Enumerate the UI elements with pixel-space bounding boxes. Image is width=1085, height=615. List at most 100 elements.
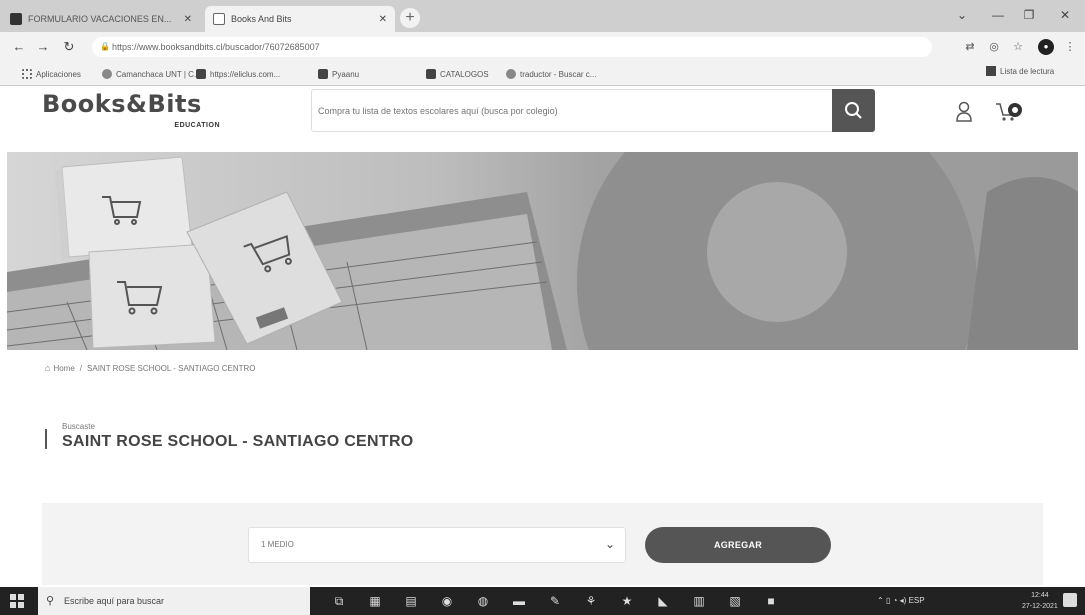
search-engine-icon xyxy=(506,69,516,79)
taskbar-search[interactable]: ⚲ Escribe aquí para buscar xyxy=(38,587,310,615)
windows-taskbar: ⚲ Escribe aquí para buscar ⧉ ▦ ▤ ◉ ◍ ▬ ✎… xyxy=(0,587,1085,615)
star-icon[interactable]: ☆ xyxy=(1010,39,1026,55)
tab-formulario[interactable]: FORMULARIO VACACIONES EN... ✕ xyxy=(2,6,200,32)
shopping-cart-icon[interactable] xyxy=(994,99,1024,123)
new-tab-button[interactable]: + xyxy=(400,8,420,28)
site-icon xyxy=(102,69,112,79)
language-indicator[interactable]: ESP xyxy=(909,596,925,605)
close-window-icon[interactable]: ✕ xyxy=(1048,0,1082,32)
home-icon[interactable]: ⌂ xyxy=(45,363,50,373)
notification-center-icon[interactable] xyxy=(1063,593,1077,607)
bookmark-label: Camanchaca UNT | C... xyxy=(116,69,201,79)
title-accent-bar xyxy=(45,429,47,449)
task-view-icon[interactable]: ⧉ xyxy=(330,592,348,610)
tab-label: Books And Bits xyxy=(231,14,292,24)
bookmark-label: CATALOGOS xyxy=(440,69,489,79)
clock[interactable]: 12:44 27-12-2021 xyxy=(1022,590,1058,612)
bookmark-camanchaca[interactable]: Camanchaca UNT | C... xyxy=(102,66,201,82)
tab-label: FORMULARIO VACACIONES EN... xyxy=(28,14,172,24)
star-icon[interactable]: ★ xyxy=(618,592,636,610)
brand-wordmark: Books&Bits xyxy=(42,90,202,118)
profile-avatar-icon[interactable]: ● xyxy=(1038,39,1054,55)
windows-start-icon[interactable] xyxy=(10,594,24,608)
folder-icon xyxy=(426,69,436,79)
extensions-icon[interactable]: ◎ xyxy=(986,39,1002,55)
search-input[interactable] xyxy=(318,102,818,120)
apps-grid-icon xyxy=(22,69,32,79)
brand-logo[interactable]: Books&Bits EDUCATION xyxy=(42,90,224,138)
volume-icon[interactable]: ◂) xyxy=(900,596,907,605)
breadcrumb: ⌂ Home / SAINT ROSE SCHOOL - SANTIAGO CE… xyxy=(45,363,255,373)
brand-subtitle: EDUCATION xyxy=(174,122,220,129)
bookmark-label: Pyaanu xyxy=(332,69,360,79)
site-header: Books&Bits EDUCATION xyxy=(0,86,1085,148)
kebab-menu-icon[interactable]: ⋮ xyxy=(1062,39,1078,55)
doc-icon xyxy=(196,69,206,79)
app-icon[interactable]: ⚘ xyxy=(582,592,600,610)
lock-icon: 🔒 xyxy=(100,42,110,51)
chrome-icon[interactable]: ◉ xyxy=(438,592,456,610)
page-title: SAINT ROSE SCHOOL - SANTIAGO CENTRO xyxy=(62,433,414,450)
grade-select-value: 1 MEDIO xyxy=(261,540,294,549)
app-icon[interactable]: ▧ xyxy=(726,592,744,610)
grade-select[interactable]: 1 MEDIO ⌄ xyxy=(248,527,626,563)
chevron-down-icon[interactable]: ⌄ xyxy=(945,0,979,32)
bookmark-traductor[interactable]: traductor - Buscar c... xyxy=(506,66,596,82)
url-text: https://www.booksandbits.cl/buscador/760… xyxy=(112,42,320,52)
app-icon[interactable]: ■ xyxy=(762,592,780,610)
translate-icon[interactable]: ⇄ xyxy=(962,39,978,55)
clock-time: 12:44 xyxy=(1031,592,1049,599)
user-account-icon[interactable] xyxy=(954,99,974,123)
bookmark-eliclus[interactable]: https://eliclus.com... xyxy=(196,66,280,82)
site-favicon-icon xyxy=(213,13,225,25)
browser-tab-bar: FORMULARIO VACACIONES EN... ✕ Books And … xyxy=(0,0,1085,32)
reload-icon[interactable]: ↻ xyxy=(60,38,78,56)
app-icon[interactable]: ✎ xyxy=(546,592,564,610)
close-icon[interactable]: ✕ xyxy=(379,14,387,25)
bookmark-pyaanu[interactable]: Pyaanu xyxy=(318,66,359,82)
reading-list-label: Lista de lectura xyxy=(1000,66,1055,76)
bookmark-aplicaciones[interactable]: Aplicaciones xyxy=(22,66,81,82)
maximize-icon[interactable]: ❐ xyxy=(1012,0,1046,32)
breadcrumb-separator: / xyxy=(79,363,83,373)
search-box xyxy=(311,89,875,132)
battery-icon[interactable]: ▯ xyxy=(886,596,890,605)
reading-list-icon xyxy=(986,66,996,76)
close-icon[interactable]: ✕ xyxy=(184,14,192,25)
forward-arrow-icon[interactable]: → xyxy=(34,38,52,56)
add-button[interactable]: AGREGAR xyxy=(645,527,831,563)
tab-books-and-bits[interactable]: Books And Bits ✕ xyxy=(205,6,395,32)
whatsapp-icon[interactable]: ◍ xyxy=(474,592,492,610)
tray-chevron-up-icon[interactable]: ⌃ xyxy=(877,596,884,605)
search-icon xyxy=(845,102,862,119)
chevron-down-icon: ⌄ xyxy=(604,537,615,551)
address-bar[interactable]: 🔒 https://www.booksandbits.cl/buscador/7… xyxy=(92,37,932,57)
system-tray: ⌃ ▯ ◔ ◂) ESP xyxy=(877,587,925,615)
hero-image xyxy=(7,152,1078,350)
file-explorer-icon[interactable]: ▤ xyxy=(402,592,420,610)
clock-date: 27-12-2021 xyxy=(1022,603,1058,610)
app-icon[interactable]: ▥ xyxy=(690,592,708,610)
bookmark-label: traductor - Buscar c... xyxy=(520,69,597,79)
app-icon[interactable]: ◣ xyxy=(654,592,672,610)
bookmark-label: Aplicaciones xyxy=(36,69,81,79)
search-icon: ⚲ xyxy=(46,595,55,607)
bookmark-label: https://eliclus.com... xyxy=(210,69,281,79)
bookmark-catalogos[interactable]: CATALOGOS xyxy=(426,66,489,82)
network-icon[interactable]: ◔ xyxy=(893,596,898,605)
hero-banner xyxy=(7,152,1078,350)
bookmarks-bar: Aplicaciones Camanchaca UNT | C... https… xyxy=(0,62,1085,86)
back-arrow-icon[interactable]: ← xyxy=(10,38,28,56)
minimize-icon[interactable]: — xyxy=(981,0,1015,32)
app-icon[interactable]: ▦ xyxy=(366,592,384,610)
breadcrumb-home[interactable]: Home xyxy=(53,364,74,373)
breadcrumb-current: SAINT ROSE SCHOOL - SANTIAGO CENTRO xyxy=(87,363,256,373)
taskbar-search-placeholder: Escribe aquí para buscar xyxy=(64,596,165,606)
doc-icon xyxy=(318,69,328,79)
grade-filter-panel: 1 MEDIO ⌄ AGREGAR xyxy=(42,503,1043,585)
doc-favicon-icon xyxy=(10,13,22,25)
search-button[interactable] xyxy=(832,89,875,132)
mail-icon[interactable]: ▬ xyxy=(510,592,528,610)
browser-toolbar: ← → ↻ 🔒 https://www.booksandbits.cl/busc… xyxy=(0,32,1085,62)
reading-list[interactable]: Lista de lectura xyxy=(986,66,1054,76)
